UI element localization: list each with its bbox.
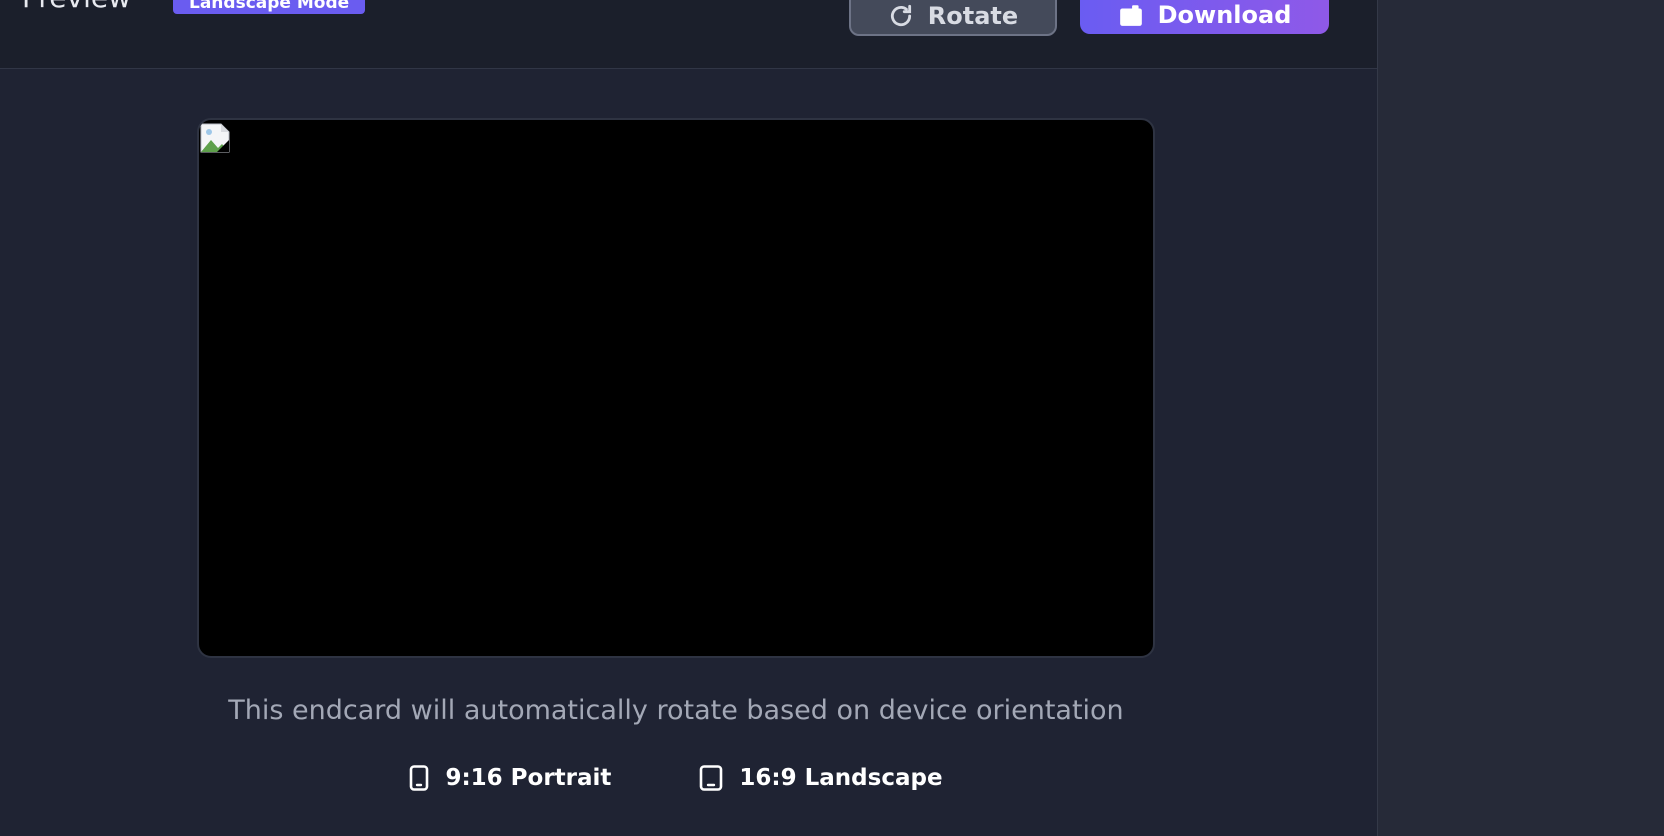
- mode-badge: Landscape Mode: [173, 0, 366, 14]
- endcard-preview-frame[interactable]: [197, 118, 1155, 658]
- download-button[interactable]: Download: [1080, 0, 1329, 34]
- rotate-button[interactable]: Rotate: [849, 0, 1057, 36]
- tablet-icon: [699, 765, 723, 791]
- format-landscape: 16:9 Landscape: [699, 765, 943, 791]
- page-title: Preview: [22, 0, 131, 14]
- format-portrait: 9:16 Portrait: [409, 765, 611, 791]
- format-landscape-label: 16:9 Landscape: [739, 765, 943, 791]
- phone-icon: [409, 765, 429, 791]
- rotation-caption: This endcard will automatically rotate b…: [228, 695, 1124, 726]
- right-sidebar: [1377, 0, 1664, 836]
- app-window: Preview Landscape Mode Rotate: [0, 0, 1664, 836]
- rotate-button-label: Rotate: [927, 2, 1019, 30]
- download-icon: [1118, 2, 1144, 28]
- format-portrait-label: 9:16 Portrait: [445, 765, 612, 791]
- broken-image-icon: [199, 122, 231, 154]
- format-list: 9:16 Portrait 16:9 Landscape: [0, 758, 1352, 798]
- rotate-icon: [888, 3, 914, 29]
- preview-panel: Preview Landscape Mode Rotate: [0, 0, 1377, 836]
- preview-header: Preview Landscape Mode Rotate: [0, 0, 1377, 69]
- download-button-label: Download: [1157, 1, 1292, 29]
